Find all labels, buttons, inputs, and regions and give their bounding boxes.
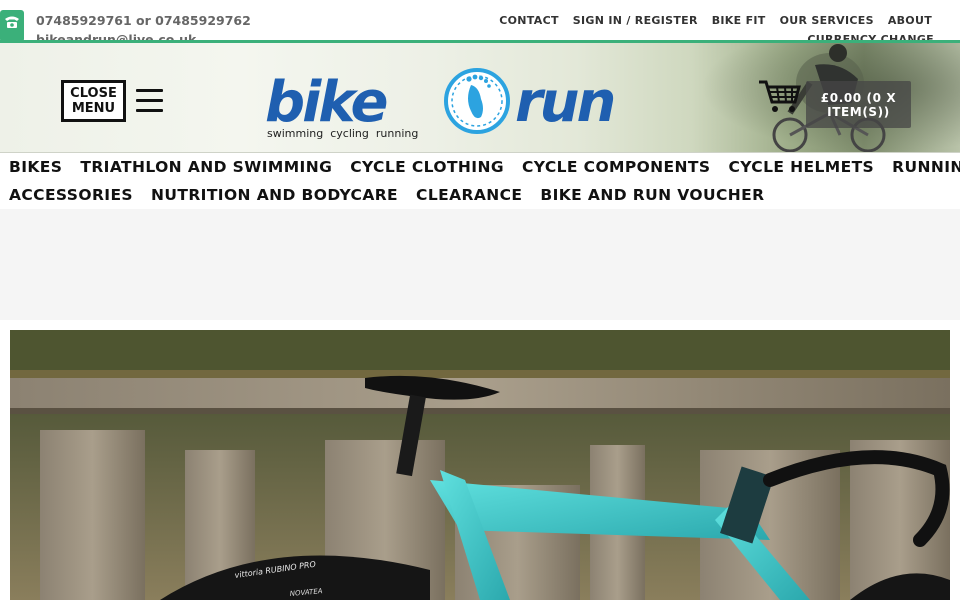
accent-divider	[0, 40, 960, 43]
bike-photo: vittoria RUBINO PRO NOVATEA	[10, 330, 950, 600]
nav-item-cycle-components[interactable]: CYCLE COMPONENTS	[522, 158, 710, 176]
nav-item-running[interactable]: RUNNING	[892, 158, 960, 176]
page: 07485929761 or 07485929762 bikeandrun@li…	[0, 0, 960, 600]
content-spacer	[0, 209, 960, 320]
nav-item-bike-and-run-voucher[interactable]: BIKE AND RUN VOUCHER	[540, 186, 764, 204]
nav-row-2: ACCESSORIES NUTRITION AND BODYCARE CLEAR…	[9, 186, 764, 204]
phone-numbers[interactable]: 07485929761 or 07485929762	[36, 13, 251, 28]
logo-wheel-icon	[444, 68, 510, 134]
contact-link[interactable]: CONTACT	[499, 14, 558, 27]
logo-word-run: run	[515, 70, 613, 135]
nav-row-1: BIKES TRIATHLON AND SWIMMING CYCLE CLOTH…	[9, 158, 960, 176]
nav-item-cycle-helmets[interactable]: CYCLE HELMETS	[728, 158, 874, 176]
site-header: CLOSE MENU bike run swimming cycling run…	[0, 43, 960, 153]
bike-and-run-logo[interactable]: bike run swimming cycling running	[265, 67, 667, 139]
nav-item-accessories[interactable]: ACCESSORIES	[9, 186, 133, 204]
nav-item-bikes[interactable]: BIKES	[9, 158, 62, 176]
sign-in-register-link[interactable]: SIGN IN / REGISTER	[573, 14, 698, 27]
logo-tagline: swimming cycling running	[267, 127, 418, 139]
nav-item-triathlon-and-swimming[interactable]: TRIATHLON AND SWIMMING	[80, 158, 332, 176]
bike-fit-link[interactable]: BIKE FIT	[712, 14, 766, 27]
close-menu-button[interactable]: CLOSE MENU	[61, 80, 126, 122]
phone-icon	[0, 10, 24, 42]
hero-banner-image[interactable]: vittoria RUBINO PRO NOVATEA	[10, 330, 950, 600]
cart-total-button[interactable]: £0.00 (0 X ITEM(S))	[806, 81, 911, 128]
main-navigation: BIKES TRIATHLON AND SWIMMING CYCLE CLOTH…	[0, 153, 960, 209]
nav-divider	[0, 152, 960, 153]
nav-item-clearance[interactable]: CLEARANCE	[416, 186, 522, 204]
top-links: CONTACT SIGN IN / REGISTER BIKE FIT OUR …	[499, 14, 932, 27]
cart-icon[interactable]	[757, 78, 801, 114]
logo-word-bike: bike	[265, 70, 387, 135]
hamburger-icon[interactable]	[136, 89, 163, 112]
our-services-link[interactable]: OUR SERVICES	[780, 14, 874, 27]
nav-item-nutrition-and-bodycare[interactable]: NUTRITION AND BODYCARE	[151, 186, 398, 204]
about-link[interactable]: ABOUT	[888, 14, 932, 27]
top-bar: 07485929761 or 07485929762 bikeandrun@li…	[0, 0, 960, 42]
nav-item-cycle-clothing[interactable]: CYCLE CLOTHING	[350, 158, 504, 176]
